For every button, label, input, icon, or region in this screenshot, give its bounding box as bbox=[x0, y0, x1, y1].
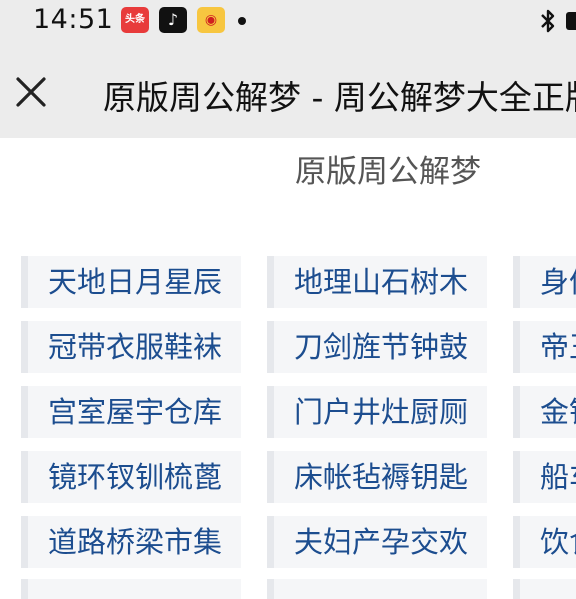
category-link-partial[interactable] bbox=[21, 579, 241, 599]
category-link[interactable]: 道路桥梁市集 bbox=[21, 516, 241, 568]
category-link[interactable]: 刀剑旌节钟鼓 bbox=[267, 321, 487, 373]
close-button[interactable] bbox=[12, 73, 50, 111]
category-link[interactable]: 夫妇产孕交欢 bbox=[267, 516, 487, 568]
signal-icon bbox=[566, 12, 576, 30]
category-link[interactable]: 金银珠宝 bbox=[513, 386, 576, 438]
category-link[interactable]: 门户井灶厨厕 bbox=[267, 386, 487, 438]
category-link[interactable]: 地理山石树木 bbox=[267, 256, 487, 308]
status-bar: 14:51 头条 ♪ ◉ bbox=[0, 0, 576, 44]
category-link[interactable]: 饮食酒肉 bbox=[513, 516, 576, 568]
page-title: 原版周公解梦 - 周公解梦大全正版 bbox=[103, 78, 576, 117]
category-link[interactable]: 床帐毡褥钥匙 bbox=[267, 451, 487, 503]
category-link[interactable]: 宫室屋宇仓库 bbox=[21, 386, 241, 438]
notification-dot-icon bbox=[238, 17, 246, 25]
weibo-app-icon: ◉ bbox=[197, 7, 225, 33]
category-link-partial[interactable] bbox=[267, 579, 487, 599]
category-link[interactable]: 天地日月星辰 bbox=[21, 256, 241, 308]
toutiao-app-icon: 头条 bbox=[121, 7, 149, 33]
category-link[interactable]: 帝王圣贤 bbox=[513, 321, 576, 373]
page-heading: 原版周公解梦 bbox=[295, 154, 481, 190]
category-link[interactable]: 镜环钗钏梳蓖 bbox=[21, 451, 241, 503]
category-link[interactable]: 身体人物 bbox=[513, 256, 576, 308]
bluetooth-icon bbox=[541, 9, 555, 33]
status-time: 14:51 bbox=[33, 4, 114, 35]
douyin-app-icon: ♪ bbox=[159, 7, 187, 33]
category-link[interactable]: 冠带衣服鞋袜 bbox=[21, 321, 241, 373]
category-link-partial[interactable] bbox=[513, 579, 576, 599]
category-link[interactable]: 船车桥梁 bbox=[513, 451, 576, 503]
